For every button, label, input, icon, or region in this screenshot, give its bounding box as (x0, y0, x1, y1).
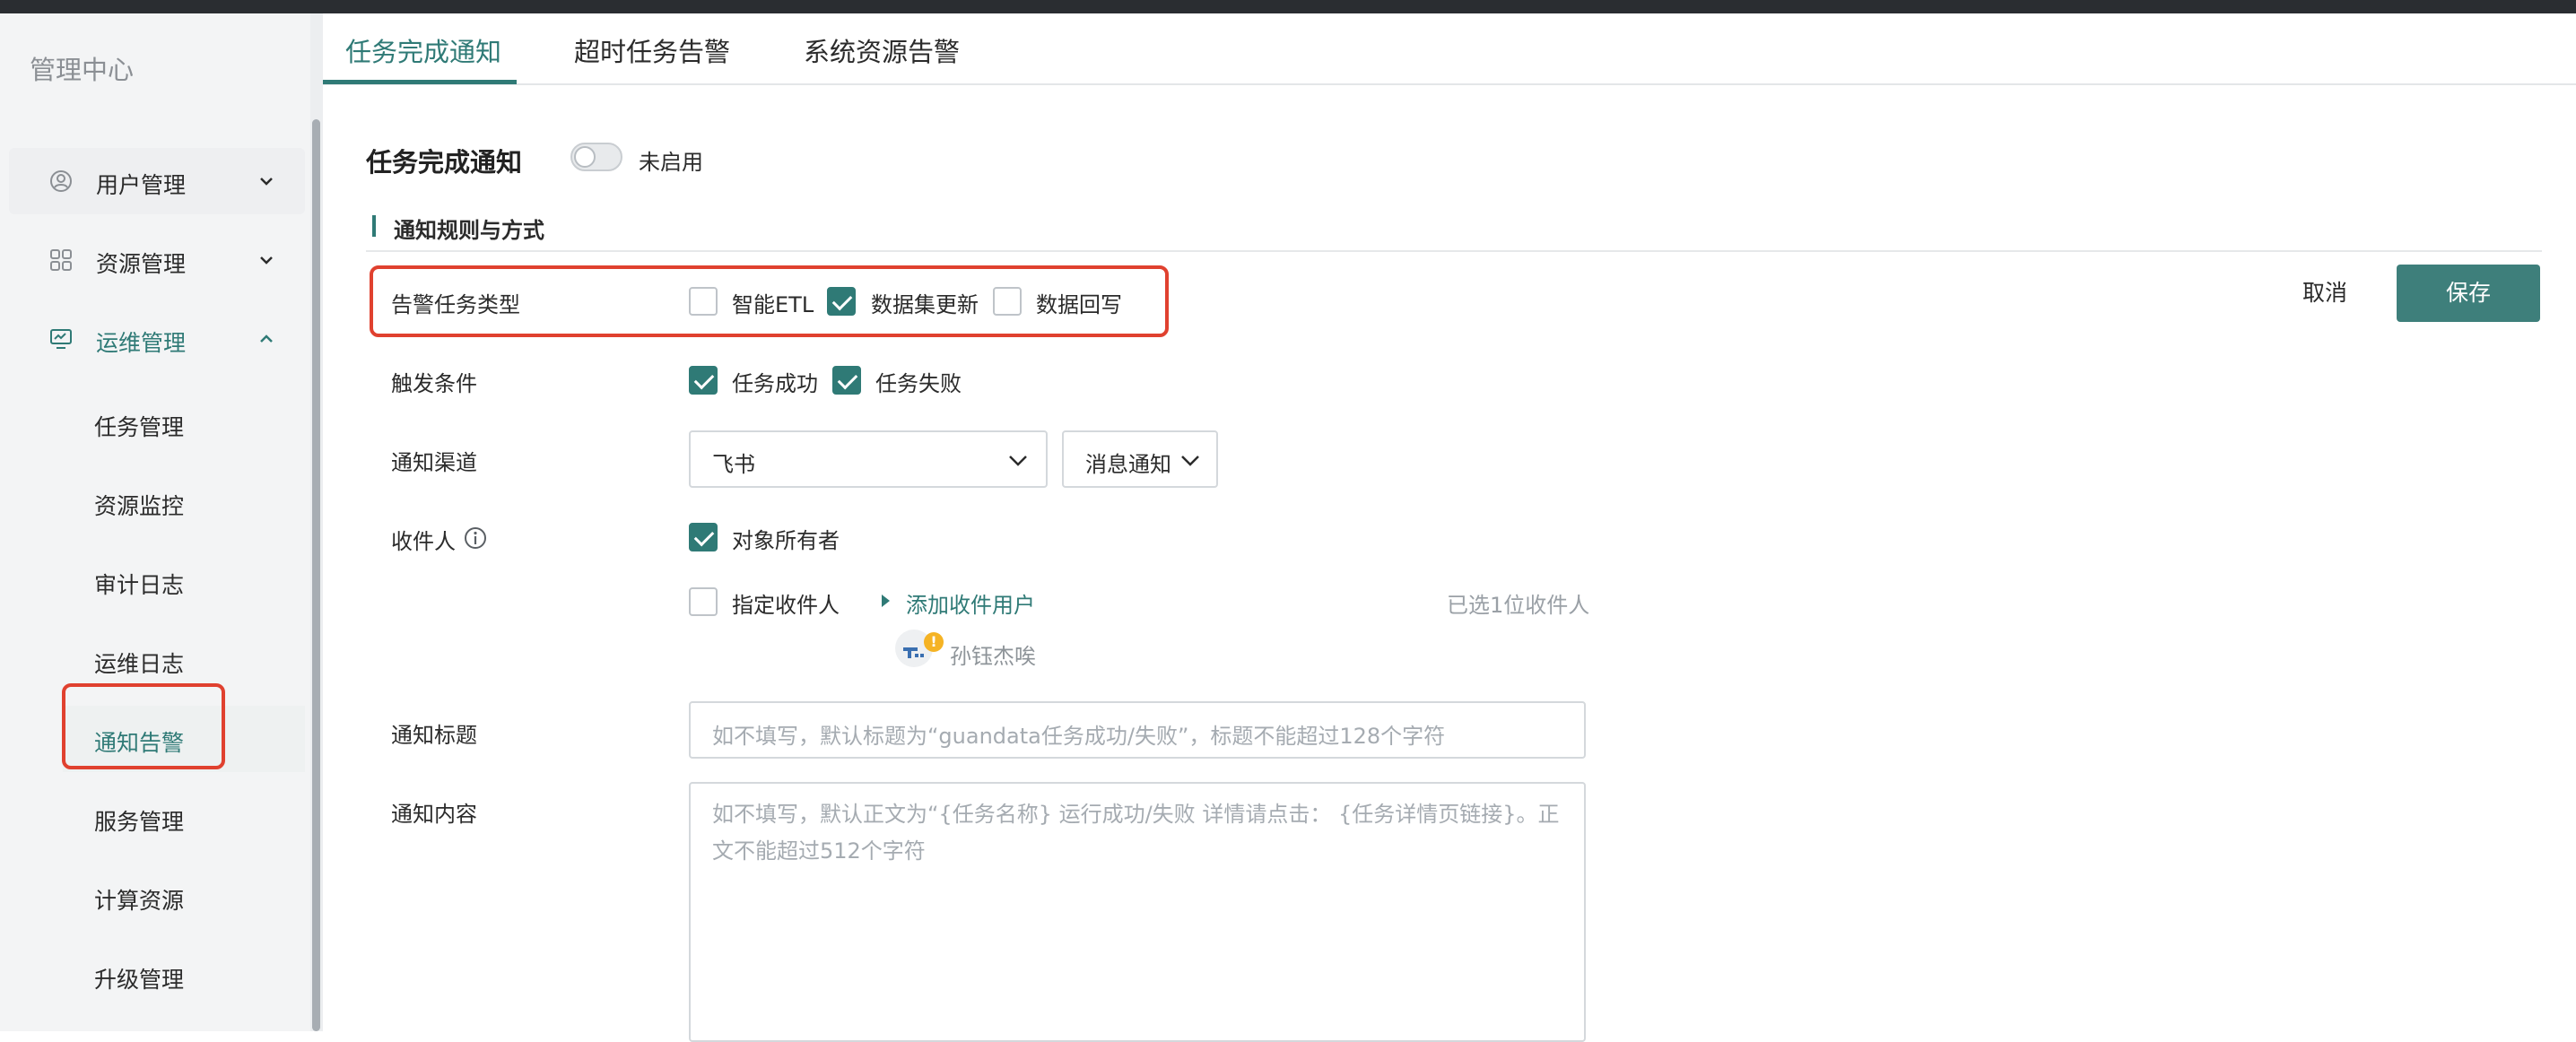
section-title: 任务完成通知 (366, 147, 523, 178)
sidebar-subitem-label: 升级管理 (94, 967, 185, 993)
user-circle-icon (50, 170, 72, 192)
recipient-user-name: 孙钰杰唉 (950, 644, 1036, 669)
sidebar-subitem-label: 计算资源 (94, 888, 185, 914)
sidebar-subitem-label: 运维日志 (94, 651, 185, 677)
sidebar: 管理中心 用户管理 资源管理 运维管理 任务管理 资源监控 审计日志 运维日志 … (0, 13, 310, 1031)
sidebar-title: 管理中心 (30, 55, 135, 85)
checkbox-task-failure[interactable] (832, 366, 861, 395)
sidebar-subitem-service-management[interactable]: 服务管理 (63, 785, 305, 851)
sidebar-subitem-label: 服务管理 (94, 809, 185, 835)
sidebar-item-ops-management[interactable]: 运维管理 (9, 306, 305, 372)
chevron-down-icon (1009, 456, 1027, 466)
channel-select-value: 飞书 (712, 452, 755, 477)
checkbox-dataset-update[interactable] (827, 287, 856, 316)
sidebar-item-label: 资源管理 (96, 251, 187, 277)
notification-title-label: 通知标题 (391, 723, 477, 748)
sidebar-subitem-audit-log[interactable]: 审计日志 (63, 548, 305, 614)
sidebar-item-label: 用户管理 (96, 172, 187, 198)
message-type-select-value: 消息通知 (1085, 452, 1171, 477)
chevron-down-icon (1181, 456, 1199, 466)
checkbox-label: 数据回写 (1036, 292, 1122, 317)
notification-content-textarea[interactable]: 如不填写，默认正文为“{任务名称} 运行成功/失败 详情请点击： {任务详情页链… (689, 782, 1586, 1042)
sidebar-subitem-label: 资源监控 (94, 493, 185, 519)
selected-recipient-count: 已选1位收件人 (1447, 593, 1590, 618)
sidebar-item-user-management[interactable]: 用户管理 (9, 148, 305, 214)
checkbox-label: 指定收件人 (732, 593, 840, 618)
sidebar-item-label: 运维管理 (96, 330, 187, 356)
highlight-box-sidebar (62, 683, 225, 769)
cancel-button[interactable]: 取消 (2269, 265, 2380, 322)
monitor-icon (50, 329, 72, 349)
checkbox-object-owner[interactable] (689, 523, 718, 551)
tab-task-complete[interactable]: 任务完成通知 (345, 31, 501, 69)
task-type-label: 告警任务类型 (391, 292, 520, 317)
caret-right-icon (882, 595, 890, 607)
save-button[interactable]: 保存 (2397, 265, 2540, 322)
sidebar-item-resource-management[interactable]: 资源管理 (9, 227, 305, 293)
add-recipient-link[interactable]: 添加收件用户 (906, 587, 1035, 619)
recipients-label: 收件人 (391, 529, 456, 554)
checkbox-data-writeback[interactable] (993, 287, 1022, 316)
checkbox-label: 任务失败 (875, 371, 962, 396)
trigger-label: 触发条件 (391, 371, 477, 396)
channel-select[interactable]: 飞书 (689, 430, 1048, 488)
chevron-down-icon (260, 178, 273, 186)
grid-icon (50, 249, 72, 271)
chevron-up-icon (260, 334, 273, 343)
subsection-title: 通知规则与方式 (394, 218, 544, 243)
tab-bar: 任务完成通知 超时任务告警 系统资源告警 (323, 13, 2576, 85)
warning-badge: ! (924, 632, 944, 652)
toggle-label: 未启用 (639, 150, 703, 175)
active-tab-indicator (323, 80, 517, 84)
message-type-select[interactable]: 消息通知 (1062, 430, 1218, 488)
sidebar-subitem-task-management[interactable]: 任务管理 (63, 390, 305, 456)
info-icon[interactable] (463, 525, 488, 551)
input-placeholder: 如不填写，默认标题为“guandata任务成功/失败”，标题不能超过128个字符 (712, 724, 1446, 749)
subsection-marker (372, 215, 376, 237)
sidebar-scrollbar-thumb[interactable] (312, 119, 320, 1031)
sidebar-subitem-upgrade-management[interactable]: 升级管理 (63, 942, 305, 1009)
checkbox-label: 任务成功 (732, 371, 818, 396)
sidebar-subitem-compute-resources[interactable]: 计算资源 (63, 864, 305, 930)
checkbox-task-success[interactable] (689, 366, 718, 395)
notification-title-input[interactable]: 如不填写，默认标题为“guandata任务成功/失败”，标题不能超过128个字符 (689, 701, 1586, 759)
tab-system-resource-alert[interactable]: 系统资源告警 (804, 31, 960, 69)
checkbox-label: 智能ETL (732, 292, 814, 317)
divider (366, 250, 2542, 252)
checkbox-specified-recipients[interactable] (689, 587, 718, 616)
top-bar (0, 0, 2576, 13)
enable-toggle[interactable] (570, 143, 622, 171)
notification-content-label: 通知内容 (391, 802, 477, 827)
checkbox-label: 数据集更新 (871, 292, 979, 317)
checkbox-smart-etl[interactable] (689, 287, 718, 316)
chevron-down-icon (260, 256, 273, 265)
tab-timeout-alert[interactable]: 超时任务告警 (574, 31, 730, 69)
sidebar-subitem-label: 任务管理 (94, 414, 185, 440)
channel-label: 通知渠道 (391, 450, 477, 475)
checkbox-label: 对象所有者 (732, 528, 840, 553)
textarea-placeholder: 如不填写，默认正文为“{任务名称} 运行成功/失败 详情请点击： {任务详情页链… (712, 802, 1560, 864)
sidebar-subitem-resource-monitor[interactable]: 资源监控 (63, 469, 305, 535)
toggle-knob (574, 146, 596, 168)
sidebar-subitem-label: 审计日志 (94, 572, 185, 598)
